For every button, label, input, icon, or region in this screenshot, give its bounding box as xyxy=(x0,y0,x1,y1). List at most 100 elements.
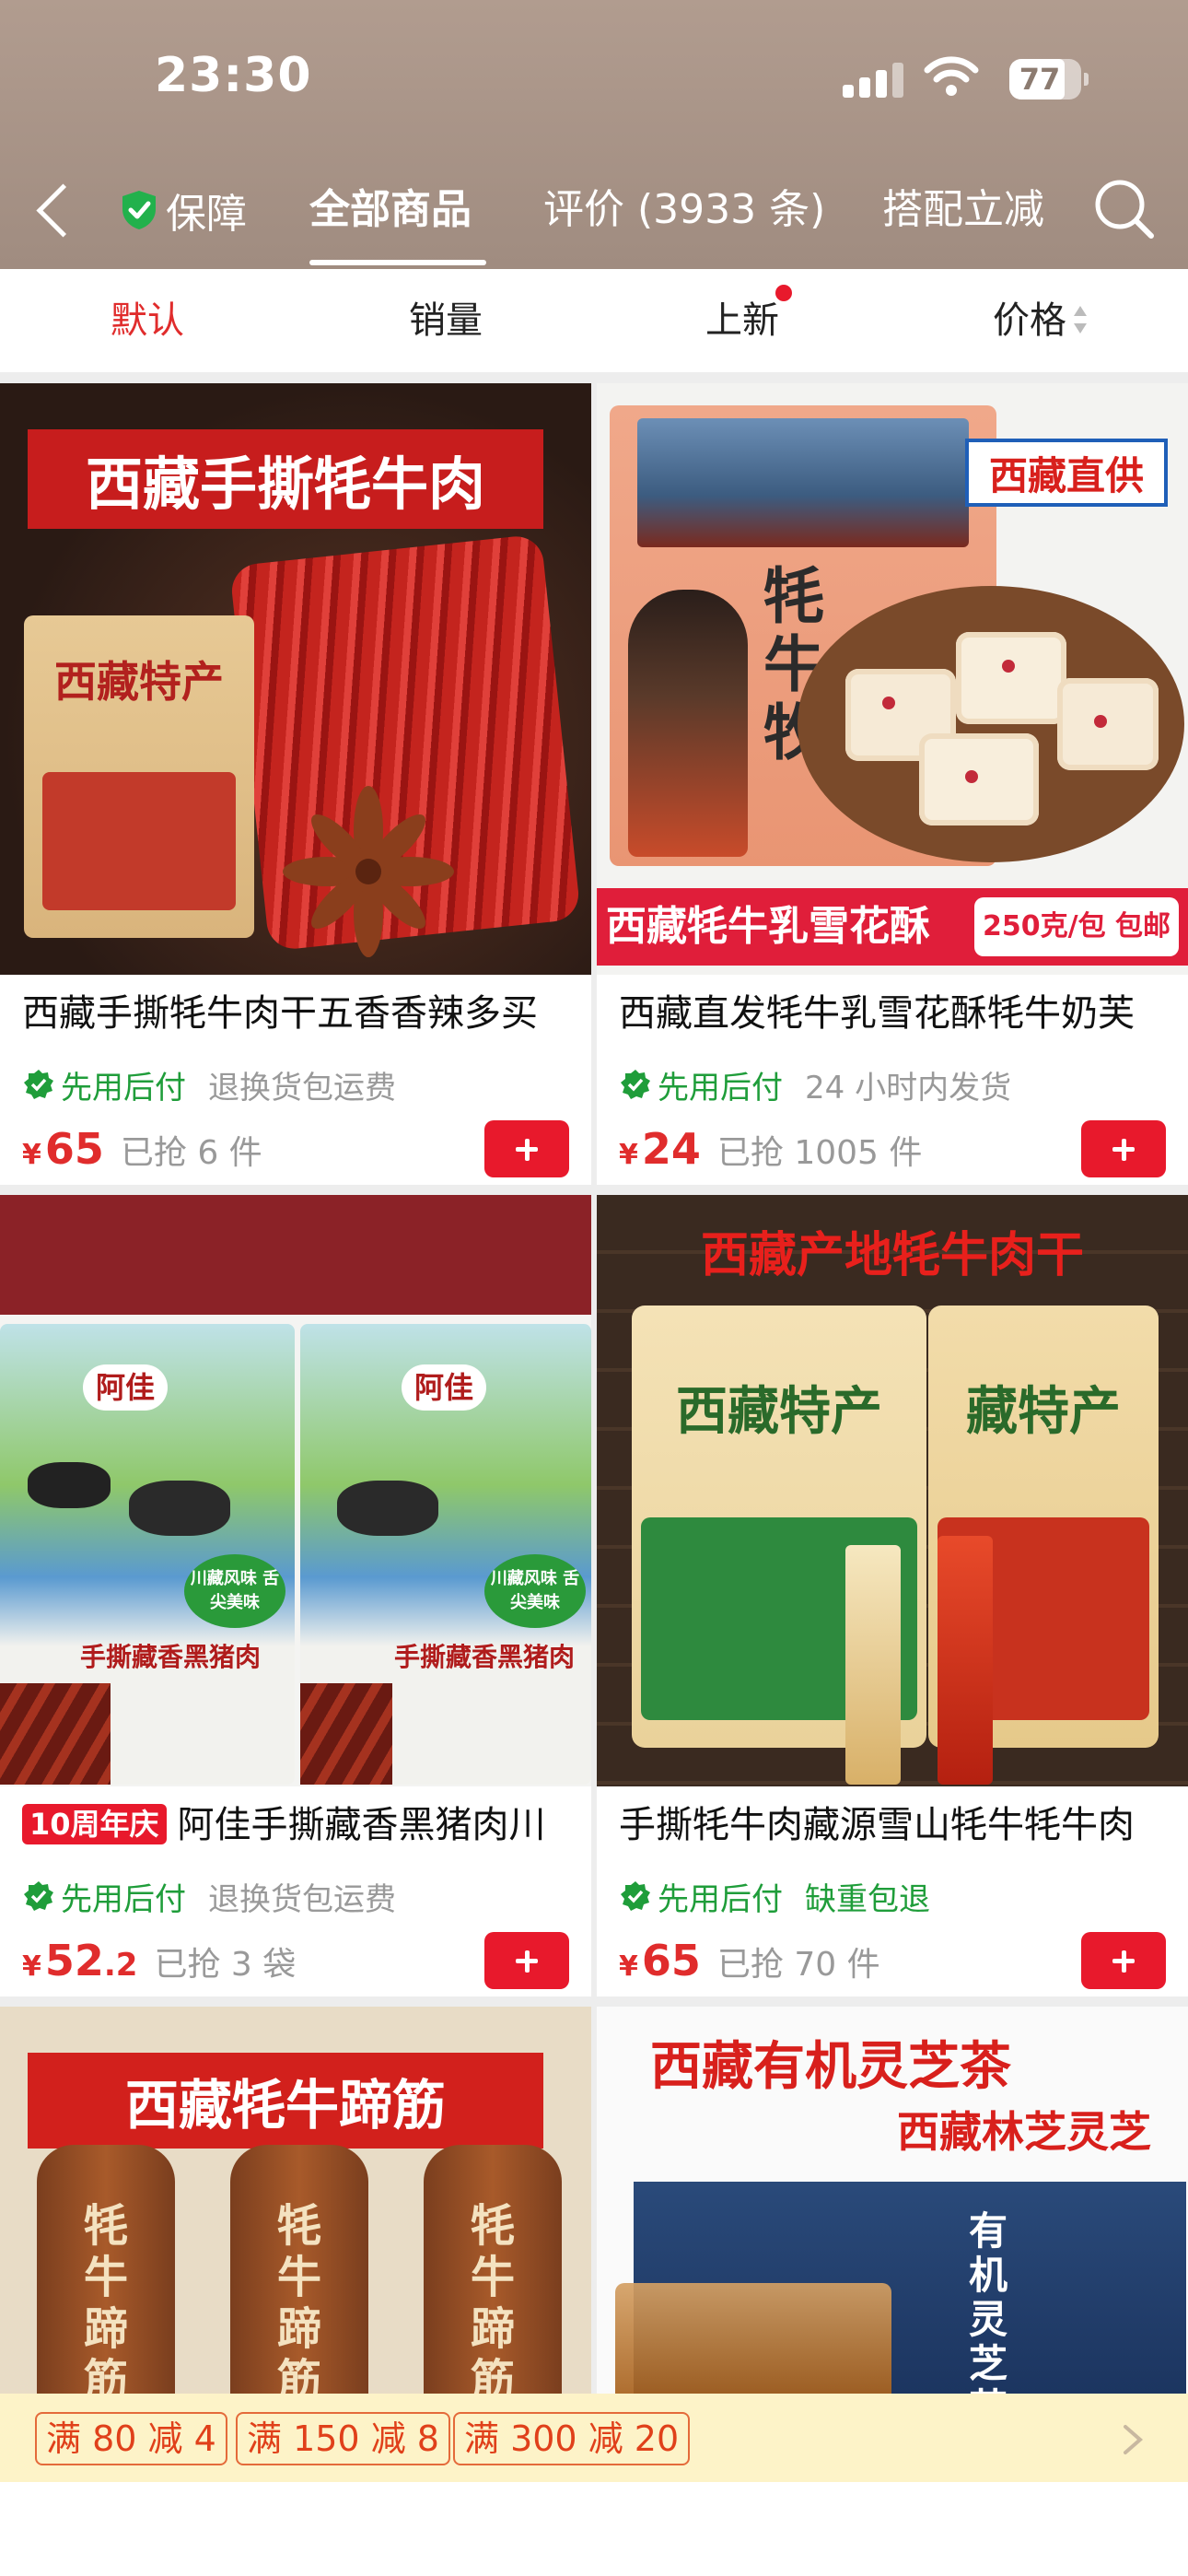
pig-graphic xyxy=(337,1481,438,1536)
bag-label: 藏特产 xyxy=(966,1381,1121,1442)
price-integer: 65 xyxy=(641,1936,701,1985)
product-image: 西藏手撕牦牛肉 西藏特产 xyxy=(0,383,591,975)
pack-label: 牦牛蹄筋 xyxy=(276,2200,321,2394)
product-title-text: 阿佳手撕藏香黑猪肉川 xyxy=(177,1804,546,1846)
tab-reviews[interactable]: 评价 (3933 条) xyxy=(543,182,825,238)
service-label: 缺重包退 xyxy=(805,1880,930,1918)
promo-bar[interactable]: 满 80 减 4 满 150 减 8 满 300 减 20 xyxy=(0,2394,1188,2482)
currency-symbol: ¥ xyxy=(22,1950,41,1983)
sort-bar: 默认 销量 上新 价格 xyxy=(0,269,1188,372)
product-tags: 先用后付 缺重包退 xyxy=(619,1873,930,1919)
currency-symbol: ¥ xyxy=(22,1139,41,1171)
product-card[interactable]: 西藏牦牛蹄筋 牦牛蹄筋 牦牛蹄筋 牦牛蹄筋 xyxy=(0,2007,591,2394)
active-tab-indicator xyxy=(309,260,486,265)
add-to-cart-button[interactable] xyxy=(1081,1120,1166,1177)
add-to-cart-button[interactable] xyxy=(484,1120,569,1177)
pay-later-icon xyxy=(24,1881,53,1911)
sort-default[interactable]: 默认 xyxy=(101,297,193,345)
add-to-cart-button[interactable] xyxy=(1081,1932,1166,1989)
wifi-icon xyxy=(924,56,979,96)
sort-price[interactable]: 价格 xyxy=(984,297,1076,345)
product-title: 手撕牦牛肉藏源雪山牦牛牦牛肉 xyxy=(619,1804,1135,1846)
sold-count: 已抢 6 件 xyxy=(120,1134,262,1172)
tab-bundle-discount[interactable]: 搭配立减 xyxy=(882,182,1044,238)
image-title: 西藏有机灵芝茶 xyxy=(650,2036,1011,2097)
service-label: 退换货包运费 xyxy=(208,1880,396,1918)
product-image: 西藏产地牦牛肉干 西藏特产 藏特产 xyxy=(597,1195,1188,1786)
back-button[interactable] xyxy=(33,181,70,240)
price-integer: 65 xyxy=(44,1124,104,1174)
pay-later-label: 先用后付 xyxy=(61,1880,186,1918)
product-bag: 阿佳 川藏风味 舌尖美味 手撕藏香黑猪肉 xyxy=(300,1324,591,1785)
product-price: ¥ 65 已抢 6 件 xyxy=(22,1124,262,1179)
bag-product: 手撕藏香黑猪肉 xyxy=(393,1642,575,1672)
product-card[interactable]: 西藏手撕牦牛肉 西藏特产 西藏手撕牦牛肉干五香香辣多买 先用后付 退换货包运费 … xyxy=(0,383,591,1185)
image-banner: 西藏牦牛蹄筋 xyxy=(28,2053,543,2149)
pack: 牦牛蹄筋 xyxy=(37,2145,175,2394)
bag-building-graphic xyxy=(637,418,969,547)
pack: 牦牛蹄筋 xyxy=(424,2145,562,2394)
product-price: ¥ 24 已抢 1005 件 xyxy=(619,1124,922,1179)
product-card[interactable]: 西藏有机灵芝茶 西藏林芝灵芝 有机灵芝茶 xyxy=(597,2007,1188,2394)
currency-symbol: ¥ xyxy=(619,1950,638,1983)
product-tags: 先用后付 退换货包运费 xyxy=(22,1873,396,1919)
search-icon[interactable] xyxy=(1092,177,1157,241)
pack-label: 牦牛蹄筋 xyxy=(470,2200,515,2394)
price-integer: 24 xyxy=(641,1124,701,1174)
image-corner-label: 西藏直供 xyxy=(965,439,1168,507)
meat-graphic xyxy=(0,1683,111,1785)
header: 23:30 77 保障 全部商品 评价 (3933 条) 搭配立减 xyxy=(0,0,1188,269)
bag-seal: 川藏风味 舌尖美味 xyxy=(484,1554,586,1628)
pig-graphic xyxy=(28,1462,111,1508)
pay-later-icon xyxy=(621,1070,650,1099)
chevron-right-icon[interactable] xyxy=(1120,2423,1146,2456)
sold-count: 已抢 3 袋 xyxy=(154,1946,297,1984)
status-time: 23:30 xyxy=(155,48,312,103)
coupon-tag[interactable]: 满 150 减 8 xyxy=(236,2412,450,2465)
tab-all-products[interactable]: 全部商品 xyxy=(309,182,472,238)
product-price: ¥ 65 已抢 70 件 xyxy=(619,1936,880,1991)
battery-icon: 77 xyxy=(1009,59,1089,100)
pack: 牦牛蹄筋 xyxy=(230,2145,368,2394)
pay-later-label: 先用后付 xyxy=(61,1069,186,1107)
product-card[interactable]: 牦牛牧 西藏直供 西藏牦牛乳雪花酥 250克/包 包邮 西藏直发牦牛乳雪花酥牦牛… xyxy=(597,383,1188,1185)
coupon-tag[interactable]: 满 80 减 4 xyxy=(35,2412,227,2465)
new-dot-indicator xyxy=(775,285,792,301)
battery-level: 77 xyxy=(1019,62,1061,97)
bottom-area xyxy=(0,2482,1188,2576)
sort-sales[interactable]: 销量 xyxy=(400,297,492,345)
image-banner: 西藏手撕牦牛肉 xyxy=(28,429,543,529)
pay-later-label: 先用后付 xyxy=(658,1069,783,1107)
guarantee-label: 保障 xyxy=(166,191,247,238)
woman-figure xyxy=(628,590,748,857)
product-card[interactable]: 阿佳 川藏风味 舌尖美味 手撕藏香黑猪肉 阿佳 川藏风味 舌尖美味 手撕藏香黑猪… xyxy=(0,1195,591,1996)
coupon-tag[interactable]: 满 300 减 20 xyxy=(453,2412,691,2465)
guarantee-link[interactable]: 保障 xyxy=(120,182,247,238)
product-card[interactable]: 西藏产地牦牛肉干 西藏特产 藏特产 手撕牦牛肉藏源雪山牦牛牦牛肉 先用后付 缺重… xyxy=(597,1195,1188,1996)
product-bag: 阿佳 川藏风味 舌尖美味 手撕藏香黑猪肉 xyxy=(0,1324,295,1785)
product-tags: 先用后付 24 小时内发货 xyxy=(619,1061,1011,1107)
stick-pack xyxy=(845,1545,901,1785)
anniversary-badge: 10周年庆 xyxy=(22,1804,167,1844)
service-label: 退换货包运费 xyxy=(208,1069,396,1107)
bag-label: 西藏特产 xyxy=(54,657,224,707)
image-bottom-banner: 西藏牦牛乳雪花酥 250克/包 包邮 xyxy=(597,888,1188,966)
add-to-cart-button[interactable] xyxy=(484,1932,569,1989)
star-anise-icon xyxy=(283,786,454,957)
bag-brand: 阿佳 xyxy=(83,1364,169,1411)
bag-seal: 川藏风味 舌尖美味 xyxy=(184,1554,285,1628)
pig-graphic xyxy=(129,1481,230,1536)
meat-graphic xyxy=(300,1683,392,1785)
product-price: ¥ 52 .2 已抢 3 袋 xyxy=(22,1936,296,1991)
product-image: 西藏牦牛蹄筋 牦牛蹄筋 牦牛蹄筋 牦牛蹄筋 xyxy=(0,2007,591,2394)
sold-count: 已抢 70 件 xyxy=(716,1946,880,1984)
bag-brand: 阿佳 xyxy=(402,1364,487,1411)
nougat-pieces xyxy=(827,595,1168,835)
service-label: 24 小时内发货 xyxy=(805,1069,1012,1107)
shield-check-icon xyxy=(122,191,156,229)
pay-later-icon xyxy=(24,1070,53,1099)
currency-symbol: ¥ xyxy=(619,1139,638,1171)
product-title: 10周年庆 阿佳手撕藏香黑猪肉川 xyxy=(22,1799,575,1851)
pay-later-label: 先用后付 xyxy=(658,1880,783,1918)
sort-new[interactable]: 上新 xyxy=(696,297,788,345)
